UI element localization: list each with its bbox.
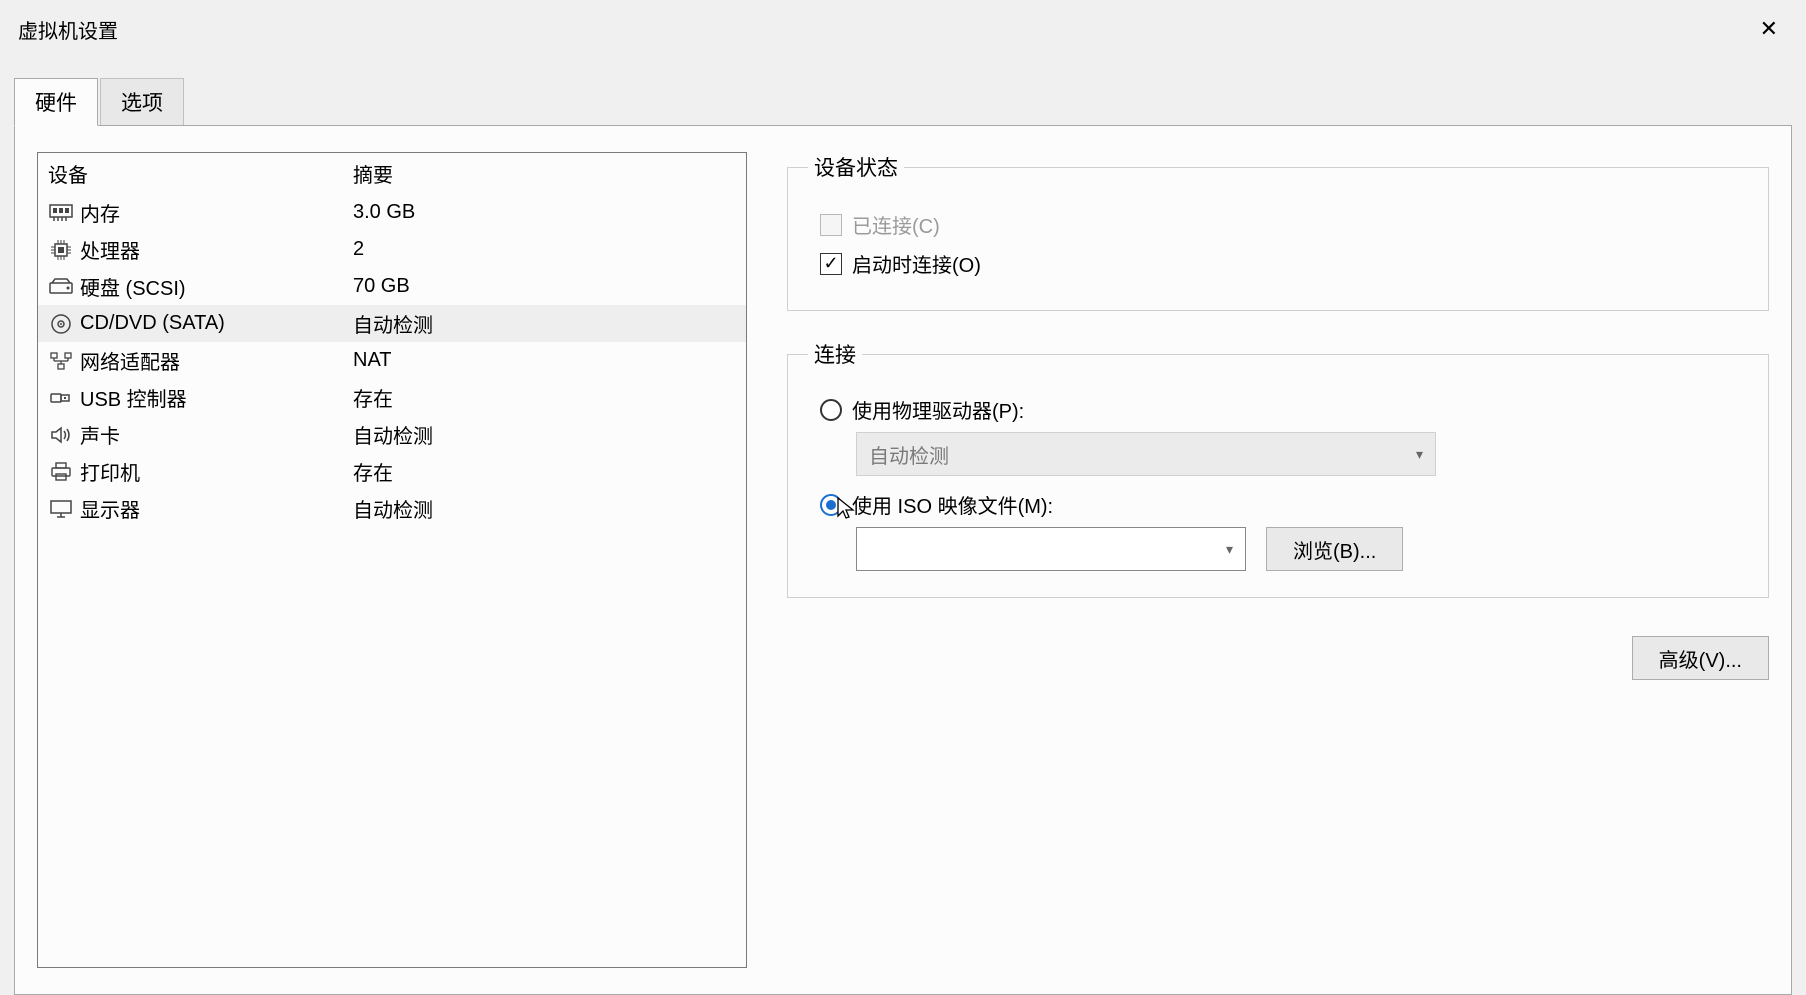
device-row-disk[interactable]: 硬盘 (SCSI) 70 GB [38, 268, 746, 305]
group-device-status: 设备状态 已连接(C) ✓ 启动时连接(O) [787, 152, 1769, 311]
device-summary: 存在 [353, 457, 736, 486]
device-summary: 存在 [353, 383, 736, 412]
device-table: 设备 摘要 内存 3.0 GB 处理器 [37, 152, 747, 968]
sound-icon [48, 424, 74, 446]
device-label: CD/DVD (SATA) [80, 312, 225, 335]
radio-physical-row[interactable]: 使用物理驱动器(P): [820, 395, 1748, 424]
device-summary: NAT [353, 349, 736, 372]
device-label: 显示器 [80, 494, 140, 523]
tab-panel-hardware: 设备 摘要 内存 3.0 GB 处理器 [14, 125, 1792, 995]
device-summary: 自动检测 [353, 420, 736, 449]
tab-bar: 硬件 选项 [14, 78, 1806, 126]
col-header-device: 设备 [48, 159, 353, 188]
group-legend: 设备状态 [808, 152, 904, 182]
device-label: 声卡 [80, 420, 120, 449]
device-summary: 自动检测 [353, 494, 736, 523]
cd-icon [48, 313, 74, 335]
checkbox-connected [820, 214, 842, 236]
device-label: 打印机 [80, 457, 140, 486]
group-connection: 连接 使用物理驱动器(P): 自动检测 ▾ 使用 ISO 映像文件(M): ▾ [787, 339, 1769, 598]
close-icon[interactable]: ✕ [1750, 12, 1788, 46]
device-row-display[interactable]: 显示器 自动检测 [38, 490, 746, 527]
radio-iso[interactable] [820, 494, 842, 516]
checkbox-connect-poweron-label: 启动时连接(O) [852, 249, 981, 278]
device-row-cddvd[interactable]: CD/DVD (SATA) 自动检测 [38, 305, 746, 342]
checkbox-connected-label: 已连接(C) [852, 210, 940, 239]
display-icon [48, 498, 74, 520]
device-row-memory[interactable]: 内存 3.0 GB [38, 194, 746, 231]
titlebar: 虚拟机设置 ✕ [0, 0, 1806, 58]
chevron-down-icon: ▾ [1416, 446, 1423, 463]
radio-iso-label: 使用 ISO 映像文件(M): [852, 490, 1053, 519]
device-label: 硬盘 (SCSI) [80, 272, 186, 301]
printer-icon [48, 461, 74, 483]
device-detail-column: 设备状态 已连接(C) ✓ 启动时连接(O) 连接 使用物理驱动器(P): 自动… [787, 152, 1769, 968]
radio-physical-label: 使用物理驱动器(P): [852, 395, 1024, 424]
device-list-column: 设备 摘要 内存 3.0 GB 处理器 [37, 152, 747, 968]
chevron-down-icon[interactable]: ▾ [1226, 541, 1233, 558]
checkbox-connected-row: 已连接(C) [820, 210, 1748, 239]
device-row-usb[interactable]: USB 控制器 存在 [38, 379, 746, 416]
browse-button[interactable]: 浏览(B)... [1266, 527, 1403, 571]
radio-physical[interactable] [820, 399, 842, 421]
usb-icon [48, 387, 74, 409]
memory-icon [48, 202, 74, 224]
device-table-header: 设备 摘要 [38, 153, 746, 194]
tab-hardware[interactable]: 硬件 [14, 78, 98, 126]
device-row-network[interactable]: 网络适配器 NAT [38, 342, 746, 379]
device-label: USB 控制器 [80, 383, 187, 412]
network-icon [48, 350, 74, 372]
device-label: 处理器 [80, 235, 140, 264]
disk-icon [48, 276, 74, 298]
device-row-cpu[interactable]: 处理器 2 [38, 231, 746, 268]
checkbox-connect-poweron-row[interactable]: ✓ 启动时连接(O) [820, 249, 1748, 278]
radio-iso-row[interactable]: 使用 ISO 映像文件(M): [820, 490, 1748, 519]
window-title: 虚拟机设置 [18, 15, 118, 44]
device-summary: 自动检测 [353, 309, 736, 338]
group-legend: 连接 [808, 339, 862, 369]
combo-physical-drive: 自动检测 ▾ [856, 432, 1436, 476]
combo-physical-value: 自动检测 [869, 440, 949, 469]
tab-options[interactable]: 选项 [100, 78, 184, 126]
device-summary: 2 [353, 238, 736, 261]
combo-iso-file[interactable]: ▾ [856, 527, 1246, 571]
advanced-button[interactable]: 高级(V)... [1632, 636, 1769, 680]
device-label: 网络适配器 [80, 346, 180, 375]
cpu-icon [48, 239, 74, 261]
device-row-sound[interactable]: 声卡 自动检测 [38, 416, 746, 453]
device-label: 内存 [80, 198, 120, 227]
checkbox-connect-poweron[interactable]: ✓ [820, 253, 842, 275]
device-row-printer[interactable]: 打印机 存在 [38, 453, 746, 490]
col-header-summary: 摘要 [353, 159, 736, 188]
device-summary: 70 GB [353, 275, 736, 298]
device-summary: 3.0 GB [353, 201, 736, 224]
